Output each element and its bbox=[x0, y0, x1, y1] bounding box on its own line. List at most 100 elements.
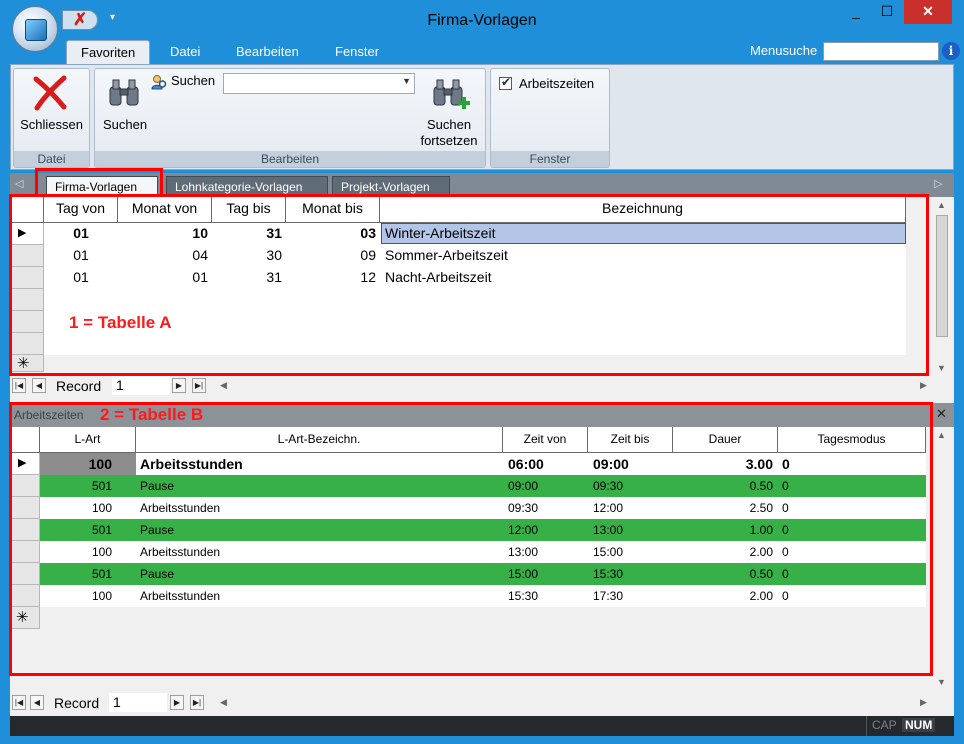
cell-zeit-von[interactable]: 15:30 bbox=[508, 589, 538, 603]
table-b-header-lart[interactable]: L-Art bbox=[40, 427, 136, 453]
cell-tag-von[interactable]: 01 bbox=[44, 247, 118, 263]
cell-lart-bezeichn[interactable]: Arbeitsstunden bbox=[140, 589, 220, 603]
scroll-left-icon[interactable]: ◀ bbox=[220, 380, 227, 391]
suchen-small-button[interactable]: Suchen bbox=[151, 73, 221, 91]
cell-lart[interactable]: 501 bbox=[40, 567, 112, 581]
cell-dauer[interactable]: 0.50 bbox=[680, 479, 773, 493]
cell-tagesmodus[interactable]: 0 bbox=[782, 456, 790, 472]
previous-record-button[interactable]: ◀ bbox=[32, 378, 46, 393]
menusuche-input[interactable] bbox=[823, 42, 939, 61]
cell-tagesmodus[interactable]: 0 bbox=[782, 501, 789, 515]
table-a-row-selector[interactable] bbox=[10, 289, 44, 311]
tab-scroll-left-icon[interactable]: ◁ bbox=[15, 177, 23, 190]
cell-zeit-bis[interactable]: 17:30 bbox=[593, 589, 623, 603]
cell-zeit-bis[interactable]: 15:30 bbox=[593, 567, 623, 581]
cell-bezeichnung-selected[interactable]: Winter-Arbeitszeit bbox=[381, 223, 906, 244]
table-b-header-zeit-bis[interactable]: Zeit bis bbox=[588, 427, 673, 453]
first-record-button[interactable]: |◀ bbox=[12, 695, 26, 710]
table-a-header-tag-bis[interactable]: Tag bis bbox=[212, 197, 286, 223]
cell-monat-von[interactable]: 01 bbox=[118, 269, 208, 285]
suchen-fortsetzen-button[interactable]: Suchen fortsetzen bbox=[413, 69, 485, 149]
cell-lart-bezeichn[interactable]: Pause bbox=[140, 567, 174, 581]
cell-lart-bezeichn[interactable]: Pause bbox=[140, 479, 174, 493]
table-row[interactable]: 100 Arbeitsstunden 15:30 17:30 2.00 0 bbox=[40, 585, 926, 607]
table-row[interactable]: 01 04 30 09 Sommer-Arbeitszeit bbox=[44, 245, 906, 267]
table-b-row-selector[interactable] bbox=[10, 563, 40, 585]
cell-zeit-bis[interactable]: 09:30 bbox=[593, 479, 623, 493]
ribbon-tab-datei[interactable]: Datei bbox=[156, 40, 214, 64]
cell-dauer[interactable]: 1.00 bbox=[680, 523, 773, 537]
maximize-button[interactable]: ☐ bbox=[873, 0, 901, 24]
table-b-row-selector[interactable] bbox=[10, 541, 40, 563]
table-b-header-lart-bezeichn[interactable]: L-Art-Bezeichn. bbox=[136, 427, 503, 453]
cell-zeit-bis[interactable]: 15:00 bbox=[593, 545, 623, 559]
close-window-button[interactable]: ✕ bbox=[904, 0, 952, 24]
cell-monat-bis[interactable]: 09 bbox=[286, 247, 376, 263]
cell-bezeichnung[interactable]: Nacht-Arbeitszeit bbox=[385, 269, 885, 285]
table-a-row-selector[interactable] bbox=[10, 333, 44, 355]
table-row[interactable]: 501 Pause 12:00 13:00 1.00 0 bbox=[40, 519, 926, 541]
cell-lart[interactable]: 100 bbox=[40, 545, 112, 559]
scroll-thumb[interactable] bbox=[936, 215, 948, 337]
scroll-right-icon[interactable]: ▶ bbox=[920, 380, 927, 391]
cell-monat-bis[interactable]: 12 bbox=[286, 269, 376, 285]
table-b-row-selector[interactable] bbox=[10, 519, 40, 541]
ribbon-tab-bearbeiten[interactable]: Bearbeiten bbox=[222, 40, 313, 64]
application-menu-button[interactable] bbox=[12, 6, 58, 52]
table-a-header-bezeichnung[interactable]: Bezeichnung bbox=[380, 197, 906, 223]
arbeitszeiten-checkbox[interactable]: ✔ bbox=[499, 75, 512, 90]
doc-tab-projekt-vorlagen[interactable]: Projekt-Vorlagen bbox=[332, 176, 450, 197]
cell-lart-bezeichn[interactable]: Arbeitsstunden bbox=[140, 501, 220, 515]
table-row[interactable]: 100 Arbeitsstunden 13:00 15:00 2.00 0 bbox=[40, 541, 926, 563]
ribbon-tab-favoriten[interactable]: Favoriten bbox=[66, 40, 151, 64]
record-number-input[interactable]: 1 bbox=[112, 376, 170, 395]
doc-tab-lohnkategorie-vorlagen[interactable]: Lohnkategorie-Vorlagen bbox=[166, 176, 328, 197]
ribbon-tab-fenster[interactable]: Fenster bbox=[321, 40, 393, 64]
cell-zeit-bis[interactable]: 12:00 bbox=[593, 501, 623, 515]
cell-tagesmodus[interactable]: 0 bbox=[782, 479, 789, 493]
table-a-new-row-selector[interactable]: ✳ bbox=[10, 355, 44, 372]
table-row[interactable]: 501 Pause 09:00 09:30 0.50 0 bbox=[40, 475, 926, 497]
cell-dauer[interactable]: 2.50 bbox=[680, 501, 773, 515]
table-a-row-selector[interactable] bbox=[10, 267, 44, 289]
cell-monat-von[interactable]: 10 bbox=[118, 225, 208, 241]
cell-tag-bis[interactable]: 31 bbox=[212, 225, 282, 241]
close-subform-icon[interactable]: ✕ bbox=[936, 406, 947, 422]
arbeitszeiten-checkbox-row[interactable]: ✔ Arbeitszeiten bbox=[499, 75, 607, 94]
last-record-button[interactable]: ▶| bbox=[190, 695, 204, 710]
doc-tab-firma-vorlagen[interactable]: Firma-Vorlagen bbox=[46, 176, 158, 197]
table-b-row-selector[interactable] bbox=[10, 497, 40, 519]
cell-lart-bezeichn[interactable]: Arbeitsstunden bbox=[140, 545, 220, 559]
table-a-header-tag-von[interactable]: Tag von bbox=[44, 197, 118, 223]
cell-dauer[interactable]: 3.00 bbox=[680, 456, 773, 472]
table-b-header-tagesmodus[interactable]: Tagesmodus bbox=[778, 427, 926, 453]
cell-tag-von[interactable]: 01 bbox=[44, 269, 118, 285]
table-a-vertical-scrollbar[interactable]: ▲ ▼ bbox=[933, 197, 951, 377]
scroll-left-icon[interactable]: ◀ bbox=[220, 697, 227, 708]
cell-tag-von[interactable]: 01 bbox=[44, 225, 118, 241]
cell-dauer[interactable]: 0.50 bbox=[680, 567, 773, 581]
table-row[interactable]: 01 01 31 12 Nacht-Arbeitszeit bbox=[44, 267, 906, 289]
cell-tagesmodus[interactable]: 0 bbox=[782, 567, 789, 581]
last-record-button[interactable]: ▶| bbox=[192, 378, 206, 393]
table-a-row-selector[interactable]: ▶ bbox=[10, 223, 44, 245]
suchen-combobox[interactable]: ▼ bbox=[223, 73, 415, 94]
cell-tagesmodus[interactable]: 0 bbox=[782, 589, 789, 603]
cell-zeit-von[interactable]: 12:00 bbox=[508, 523, 538, 537]
cell-dauer[interactable]: 2.00 bbox=[680, 545, 773, 559]
cell-tag-bis[interactable]: 30 bbox=[212, 247, 282, 263]
cell-tag-bis[interactable]: 31 bbox=[212, 269, 282, 285]
table-b-header-dauer[interactable]: Dauer bbox=[673, 427, 778, 453]
cell-monat-bis[interactable]: 03 bbox=[286, 225, 376, 241]
table-b-row-selector[interactable] bbox=[10, 475, 40, 497]
table-b-vertical-scrollbar[interactable]: ▲ ▼ bbox=[933, 427, 951, 689]
cell-lart-bezeichn[interactable]: Pause bbox=[140, 523, 174, 537]
cell-zeit-bis[interactable]: 09:00 bbox=[593, 456, 629, 472]
first-record-button[interactable]: |◀ bbox=[12, 378, 26, 393]
minimize-button[interactable]: _ bbox=[842, 0, 870, 24]
table-b-header-zeit-von[interactable]: Zeit von bbox=[503, 427, 588, 453]
cell-zeit-von[interactable]: 15:00 bbox=[508, 567, 538, 581]
cell-bezeichnung[interactable]: Sommer-Arbeitszeit bbox=[385, 247, 885, 263]
table-a-row-selector[interactable] bbox=[10, 311, 44, 333]
cell-zeit-von[interactable]: 09:30 bbox=[508, 501, 538, 515]
